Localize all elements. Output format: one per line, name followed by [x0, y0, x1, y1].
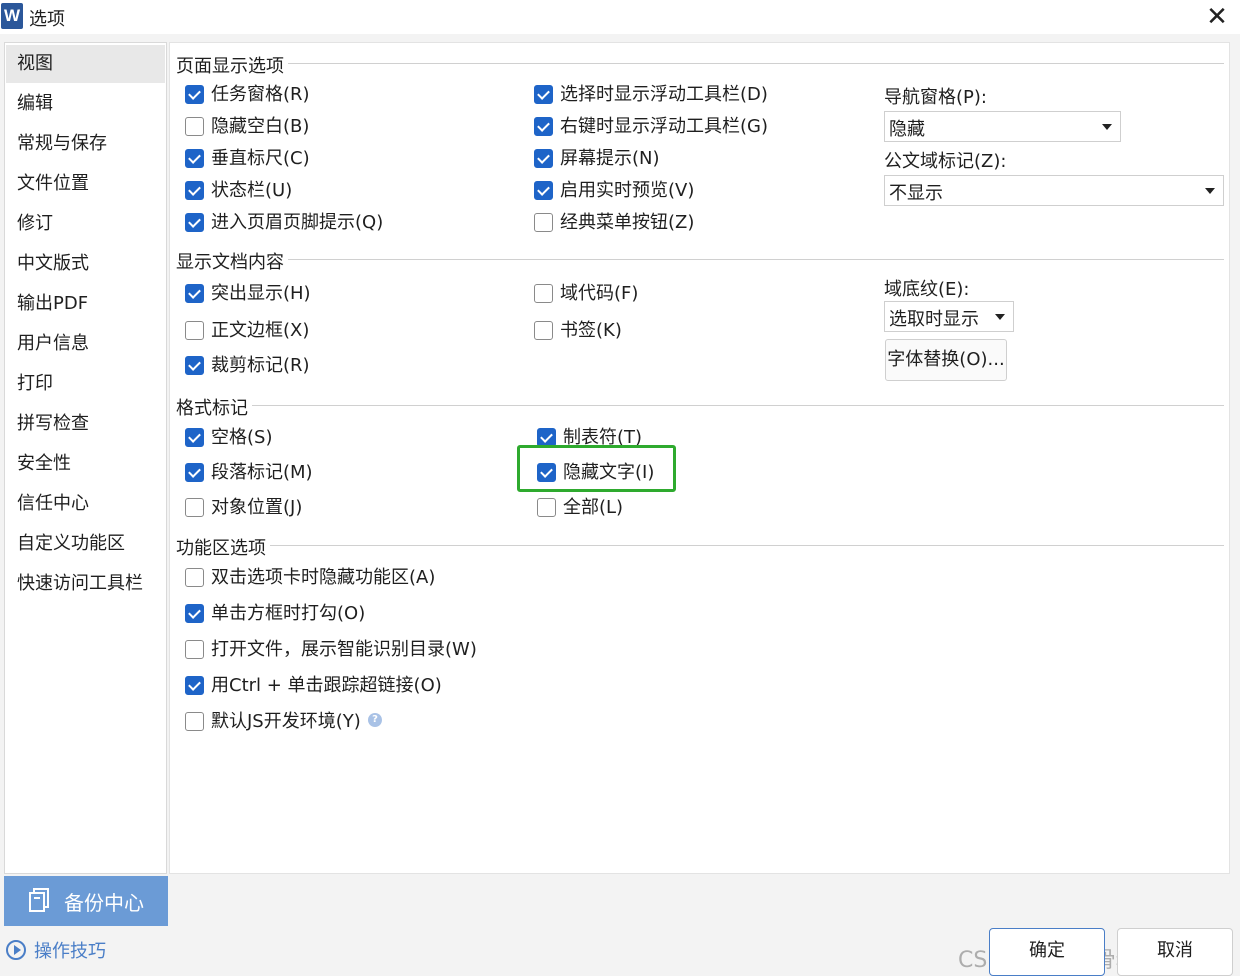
checkbox-checked[interactable]: [534, 181, 553, 200]
checkbox-checked[interactable]: [185, 181, 204, 200]
wps-logo-icon: W: [1, 3, 23, 29]
close-icon[interactable]: ✕: [1200, 0, 1234, 34]
section-title-ribbon: 功能区选项: [176, 534, 270, 560]
chevron-down-icon: [995, 314, 1005, 320]
section-title-format-marks: 格式标记: [176, 394, 252, 420]
tips-label: 操作技巧: [34, 941, 106, 962]
checkbox-unchecked[interactable]: [185, 640, 204, 659]
sidebar-item-chinese-layout[interactable]: 中文版式: [6, 245, 165, 283]
checkbox-unchecked[interactable]: [534, 284, 553, 303]
backup-center-label: 备份中心: [64, 891, 144, 915]
nav-pane-select[interactable]: 隐藏: [884, 111, 1121, 142]
options-panel: 页面显示选项 任务窗格(R) 隐藏空白(B) 垂直标尺(C) 状态栏(U) 进入…: [169, 42, 1230, 874]
checkbox-unchecked[interactable]: [185, 712, 204, 731]
section-divider: [176, 405, 1224, 406]
backup-icon: [29, 888, 49, 912]
checkbox-unchecked[interactable]: [185, 321, 204, 340]
checkbox-unchecked[interactable]: [185, 568, 204, 587]
backup-center-button[interactable]: 备份中心: [4, 876, 168, 926]
sidebar-item-general-save[interactable]: 常规与保存: [6, 125, 165, 163]
checkbox-checked[interactable]: [185, 284, 204, 303]
chevron-down-icon: [1102, 124, 1112, 130]
sidebar: 视图 编辑 常规与保存 文件位置 修订 中文版式 输出PDF 用户信息 打印 拼…: [4, 42, 167, 874]
sidebar-item-spell-check[interactable]: 拼写检查: [6, 405, 165, 443]
checkbox-checked[interactable]: [534, 149, 553, 168]
checkbox-checked[interactable]: [185, 149, 204, 168]
checkbox-checked[interactable]: [534, 85, 553, 104]
cancel-button[interactable]: 取消: [1117, 928, 1233, 976]
sidebar-item-view[interactable]: 视图: [6, 45, 165, 83]
sidebar-item-trust-center[interactable]: 信任中心: [6, 485, 165, 523]
chevron-down-icon: [1205, 188, 1215, 194]
sidebar-item-user-info[interactable]: 用户信息: [6, 325, 165, 363]
checkbox-checked[interactable]: [185, 85, 204, 104]
field-shading-select[interactable]: 选取时显示: [884, 301, 1014, 332]
checkbox-unchecked[interactable]: [537, 498, 556, 517]
tips-link[interactable]: 操作技巧: [6, 937, 106, 963]
doc-field-mark-label: 公文域标记(Z):: [884, 151, 1007, 172]
checkbox-unchecked[interactable]: [185, 117, 204, 136]
checkbox-checked[interactable]: [185, 676, 204, 695]
checkbox-unchecked[interactable]: [534, 213, 553, 232]
title-bar: W 选项 ✕: [0, 0, 1240, 34]
checkbox-checked[interactable]: [185, 428, 204, 447]
sidebar-item-export-pdf[interactable]: 输出PDF: [6, 285, 165, 323]
checkbox-checked[interactable]: [185, 356, 204, 375]
sidebar-item-revision[interactable]: 修订: [6, 205, 165, 243]
section-title-doc-content: 显示文档内容: [176, 248, 288, 274]
help-icon[interactable]: ?: [368, 713, 382, 727]
field-shading-label: 域底纹(E):: [884, 279, 970, 300]
sidebar-item-security[interactable]: 安全性: [6, 445, 165, 483]
sidebar-item-custom-ribbon[interactable]: 自定义功能区: [6, 525, 165, 563]
checkbox-checked[interactable]: [185, 604, 204, 623]
font-substitution-button[interactable]: 字体替换(O)...: [885, 339, 1007, 381]
sidebar-item-file-location[interactable]: 文件位置: [6, 165, 165, 203]
doc-field-mark-select[interactable]: 不显示: [884, 175, 1224, 206]
checkbox-unchecked[interactable]: [534, 321, 553, 340]
section-divider: [176, 63, 1224, 64]
nav-pane-label: 导航窗格(P):: [884, 87, 987, 108]
checkbox-unchecked[interactable]: [185, 498, 204, 517]
sidebar-item-quick-access-toolbar[interactable]: 快速访问工具栏: [6, 565, 165, 603]
checkbox-checked[interactable]: [185, 463, 204, 482]
section-divider: [176, 545, 1224, 546]
checkbox-checked[interactable]: [537, 463, 556, 482]
sidebar-item-print[interactable]: 打印: [6, 365, 165, 403]
play-circle-icon: [6, 940, 26, 960]
section-divider: [176, 259, 1224, 260]
ok-button[interactable]: 确定: [989, 928, 1105, 976]
checkbox-checked[interactable]: [534, 117, 553, 136]
window-title: 选项: [29, 9, 65, 30]
checkbox-checked[interactable]: [537, 428, 556, 447]
checkbox-checked[interactable]: [185, 213, 204, 232]
sidebar-item-edit[interactable]: 编辑: [6, 85, 165, 123]
section-title-page-display: 页面显示选项: [176, 52, 288, 78]
